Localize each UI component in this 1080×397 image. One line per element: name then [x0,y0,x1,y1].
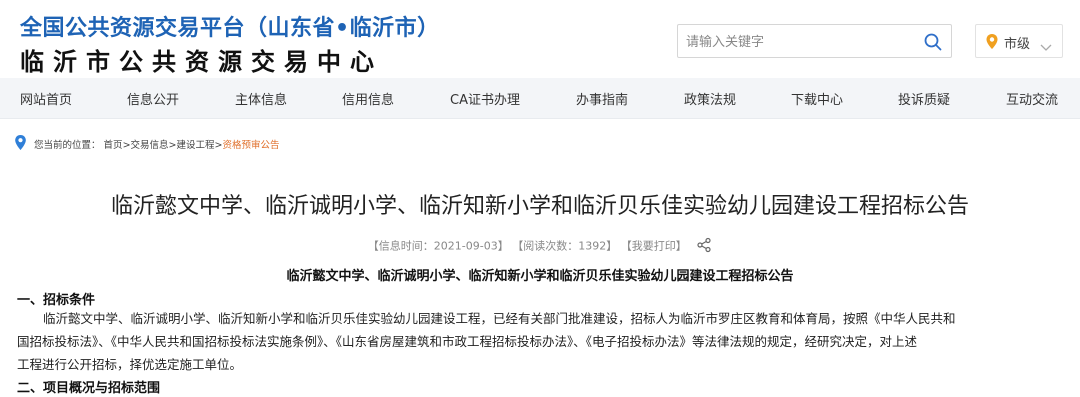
article-title: 临沂懿文中学、临沂诚明小学、临沂知新小学和临沂贝乐佳实验幼儿园建设工程招标公告 [110,194,969,219]
location-pin-icon [985,33,999,54]
breadcrumb-separator: > [122,140,131,151]
nav-item-downloads[interactable]: 下载中心 [791,89,843,108]
nav-item-interaction[interactable]: 互动交流 [1006,89,1058,108]
city-level-label: 市级 [1004,37,1031,52]
share-icon[interactable] [696,237,712,256]
section-heading-project-overview: 二、项目概况与招标范围 [17,381,161,396]
paragraph-line: 工程进行公开招标，择优选定施工单位。 [17,357,243,372]
breadcrumb-prefix: 您当前的位置： [34,140,101,151]
breadcrumb-home[interactable]: 首页 [104,140,123,151]
nav-item-credit-info[interactable]: 信用信息 [342,89,394,108]
breadcrumb-trade-info[interactable]: 交易信息 [131,140,169,151]
meta-views: 【阅读次数：1392】 [512,239,618,253]
nav-item-home[interactable]: 网站首页 [20,89,72,108]
breadcrumb-construction[interactable]: 建设工程 [177,140,215,151]
breadcrumb-separator: > [168,140,177,151]
content-title: 临沂懿文中学、临沂诚明小学、临沂知新小学和临沂贝乐佳实验幼儿园建设工程招标公告 [286,269,794,284]
breadcrumb-current: 资格预审公告 [222,140,280,151]
center-title: 临沂市公共资源交易中心 [20,48,383,76]
chevron-down-icon [1040,37,1052,56]
nav-item-info-disclosure[interactable]: 信息公开 [127,89,179,108]
meta-time: 【信息时间：2021-09-03】 [367,239,509,253]
nav-item-policies[interactable]: 政策法规 [684,89,736,108]
paragraph-line: 国招标投标法》、《中华人民共和国招标投标法实施条例》、《山东省房屋建筑和市政工程… [17,334,918,349]
location-pin-icon [14,134,27,154]
nav-item-entity-info[interactable]: 主体信息 [235,89,287,108]
paragraph-line: 临沂懿文中学、临沂诚明小学、临沂知新小学和临沂贝乐佳实验幼儿园建设工程，已经有关… [43,311,956,326]
site-header: 全国公共资源交易平台（山东省•临沂市） 临沂市公共资源交易中心 市级 [0,0,1080,78]
search-icon[interactable] [923,32,943,52]
nav-item-complaints[interactable]: 投诉质疑 [898,89,950,108]
breadcrumb-text: 您当前的位置： 首页>交易信息>建设工程>资格预审公告 [34,137,280,151]
section-heading-bidding-conditions: 一、招标条件 [17,293,96,308]
platform-title: 全国公共资源交易平台（山东省•临沂市） [20,16,440,41]
search-input[interactable] [684,30,913,54]
breadcrumb-separator: > [214,140,223,151]
search-box [677,24,952,58]
city-level-select[interactable]: 市级 [975,24,1063,58]
article-meta: 【信息时间：2021-09-03】 【阅读次数：1392】 【我要打印】 [0,237,1080,256]
section-paragraph-bidding-conditions: 临沂懿文中学、临沂诚明小学、临沂知新小学和临沂贝乐佳实验幼儿园建设工程，已经有关… [17,307,1070,376]
nav-item-service-guide[interactable]: 办事指南 [576,89,628,108]
print-button[interactable]: 【我要打印】 [621,240,687,253]
nav-item-ca-certificate[interactable]: CA证书办理 [450,89,520,108]
main-nav: 网站首页 信息公开 主体信息 信用信息 CA证书办理 办事指南 政策法规 下载中… [0,78,1080,119]
